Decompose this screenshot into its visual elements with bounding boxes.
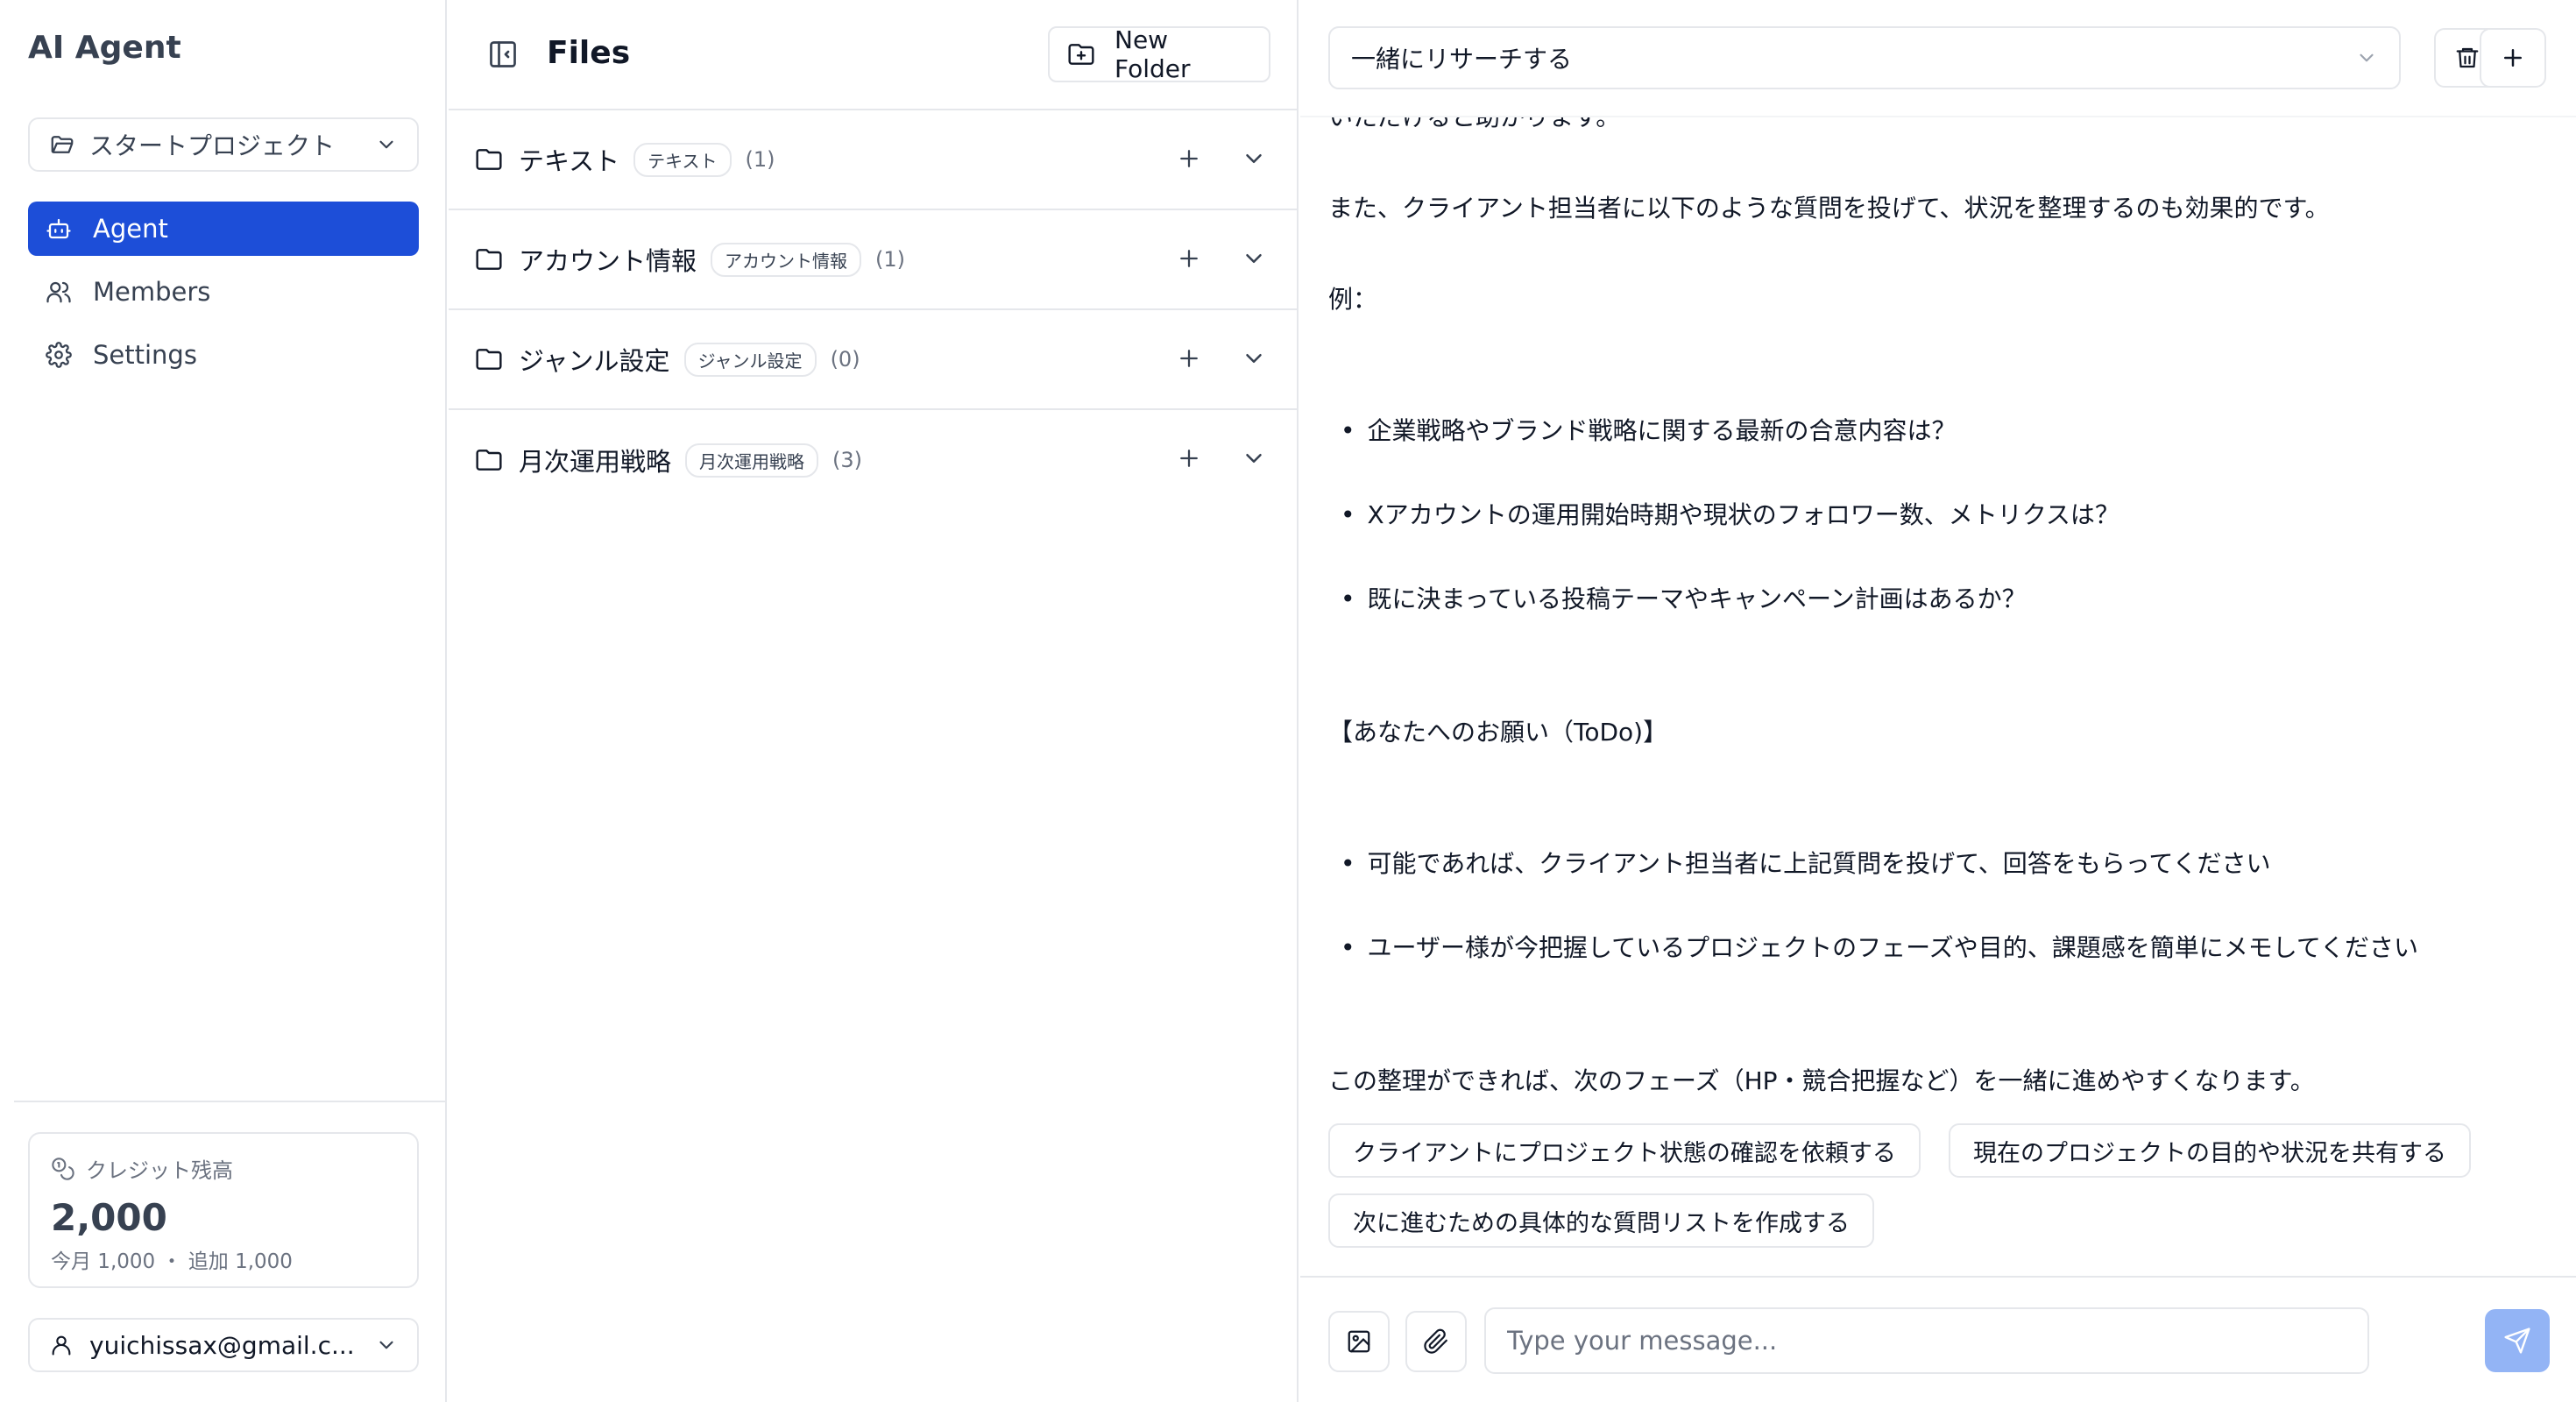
nav-item-settings[interactable]: Settings — [28, 328, 419, 382]
files-panel: Files New Folder テキスト テキスト (1) アカウント情報 ア… — [449, 0, 1299, 1402]
folder-icon — [475, 145, 503, 173]
folder-plus-icon — [1067, 40, 1095, 68]
user-menu[interactable]: yuichissax@gmail.c... — [28, 1318, 419, 1372]
nav-item-label: Settings — [93, 340, 197, 370]
credit-detail: 今月 1,000 ・ 追加 1,000 — [51, 1250, 293, 1273]
chevron-down-icon[interactable] — [1241, 345, 1267, 372]
message-text: 【あなたへのお願い（ToDo)】 — [1328, 718, 1668, 747]
folder-row[interactable]: アカウント情報 アカウント情報 (1) — [449, 210, 1299, 310]
project-select[interactable]: スタートプロジェクト — [28, 117, 419, 172]
new-chat-button[interactable] — [2480, 28, 2546, 88]
composer-divider — [1300, 1276, 2576, 1278]
list-item: 企業戦略やブランド戦略に関する最新の合意内容は？ — [1341, 412, 1957, 447]
credit-label-text: クレジット残高 — [86, 1158, 233, 1183]
folder-row[interactable]: 月次運用戦略 月次運用戦略 (3) — [449, 410, 1299, 510]
message-text: この整理ができれば、次のフェーズ（HP・競合把握など）を一緒に進めやすくなります… — [1328, 1066, 2315, 1095]
image-upload-button[interactable] — [1328, 1311, 1390, 1372]
nav-item-label: Members — [93, 277, 211, 307]
mode-select[interactable]: 一緒にリサーチする — [1328, 26, 2401, 89]
nav-item-agent[interactable]: Agent — [28, 202, 419, 256]
image-icon — [1346, 1328, 1372, 1355]
robot-icon — [46, 216, 72, 242]
credit-card: クレジット残高 2,000 今月 1,000 ・ 追加 1,000 — [28, 1132, 419, 1288]
app-title: AI Agent — [28, 30, 181, 66]
credit-label: クレジット残高 — [51, 1153, 396, 1184]
suggestion-chip[interactable]: 現在のプロジェクトの目的や状況を共有する — [1949, 1123, 2471, 1178]
new-folder-label: New Folder — [1115, 25, 1191, 83]
send-icon — [2503, 1327, 2531, 1355]
folder-count: (1) — [745, 147, 775, 172]
app-root: AI Agent スタートプロジェクト Agent Members Settin… — [0, 0, 2576, 1402]
list-item: 可能であれば、クライアント担当者に上記質問を投げて、回答をもらってください — [1341, 845, 2271, 880]
folder-row[interactable]: ジャンル設定 ジャンル設定 (0) — [449, 310, 1299, 410]
folder-row[interactable]: テキスト テキスト (1) — [449, 110, 1299, 210]
nav-item-label: Agent — [93, 214, 168, 244]
sidebar-divider — [14, 1101, 447, 1102]
nav-item-members[interactable]: Members — [28, 265, 419, 319]
files-title: Files — [547, 35, 631, 71]
project-select-label: スタートプロジェクト — [89, 131, 336, 160]
list-item: 既に決まっている投稿テーマやキャンペーン計画はあるか？ — [1341, 580, 2027, 615]
sidebar: AI Agent スタートプロジェクト Agent Members Settin… — [0, 0, 447, 1402]
folder-open-icon — [49, 131, 75, 158]
folder-list: テキスト テキスト (1) アカウント情報 アカウント情報 (1) ジャンル設定… — [449, 110, 1299, 510]
user-icon — [49, 1333, 74, 1357]
folder-tag: テキスト — [633, 142, 732, 177]
new-folder-button[interactable]: New Folder — [1048, 25, 1270, 83]
plus-icon[interactable] — [1176, 345, 1202, 372]
files-header: Files New Folder — [449, 0, 1299, 110]
folder-count: (3) — [832, 448, 863, 472]
chevron-down-icon[interactable] — [1241, 245, 1267, 272]
message-text: また、クライアント担当者に以下のような質問を投げて、状況を整理するのも効果的です… — [1328, 194, 2330, 223]
mode-select-label: 一緒にリサーチする — [1351, 45, 1573, 74]
trash-icon — [2454, 45, 2480, 71]
plus-icon[interactable] — [1176, 445, 1202, 471]
chat-panel: 一緒にリサーチする いただけると助かります。 また、クライアント担当者に以下のよ… — [1300, 0, 2576, 1402]
users-icon — [46, 279, 72, 305]
main-nav: Agent Members Settings — [28, 202, 419, 391]
chevron-down-icon — [375, 133, 398, 156]
folder-icon — [475, 245, 503, 273]
chevron-down-icon — [375, 1334, 398, 1356]
list-item: ユーザー様が今把握しているプロジェクトのフェーズや目的、課題感を簡単にメモしてく… — [1341, 929, 2419, 964]
list-item: Xアカウントの運用開始時期や現状のフォロワー数、メトリクスは？ — [1341, 496, 2120, 531]
suggestion-chip[interactable]: クライアントにプロジェクト状態の確認を依頼する — [1328, 1123, 1921, 1178]
message-text: いただけると助かります。 — [1328, 117, 1620, 133]
folder-icon — [475, 345, 503, 373]
chat-messages: いただけると助かります。 また、クライアント担当者に以下のような質問を投げて、状… — [1328, 117, 2555, 1274]
gear-icon — [46, 342, 72, 368]
send-button[interactable] — [2485, 1309, 2550, 1372]
folder-name: ジャンル設定 — [519, 346, 670, 376]
plus-icon — [2500, 45, 2526, 71]
folder-tag: ジャンル設定 — [683, 342, 817, 377]
plus-icon[interactable] — [1176, 145, 1202, 172]
suggestion-chip[interactable]: 次に進むための具体的な質問リストを作成する — [1328, 1193, 1874, 1248]
folder-tag: アカウント情報 — [711, 242, 862, 277]
chevron-down-icon — [2355, 46, 2378, 69]
coins-icon — [51, 1157, 75, 1181]
folder-name: テキスト — [519, 146, 620, 176]
panel-collapse-icon[interactable] — [487, 39, 519, 70]
folder-count: (1) — [875, 247, 906, 272]
message-text: 例： — [1328, 285, 1378, 314]
plus-icon[interactable] — [1176, 245, 1202, 272]
chat-header: 一緒にリサーチする — [1300, 0, 2576, 117]
chevron-down-icon[interactable] — [1241, 445, 1267, 471]
chevron-down-icon[interactable] — [1241, 145, 1267, 172]
folder-count: (0) — [830, 347, 860, 372]
attach-file-button[interactable] — [1405, 1311, 1467, 1372]
folder-tag: 月次運用戦略 — [685, 443, 819, 478]
paperclip-icon — [1423, 1328, 1449, 1355]
message-input[interactable] — [1484, 1307, 2369, 1374]
user-email: yuichissax@gmail.c... — [89, 1330, 355, 1360]
folder-icon — [475, 446, 503, 474]
folder-name: 月次運用戦略 — [519, 447, 672, 477]
credit-value: 2,000 — [51, 1196, 167, 1239]
folder-name: アカウント情報 — [519, 246, 697, 276]
